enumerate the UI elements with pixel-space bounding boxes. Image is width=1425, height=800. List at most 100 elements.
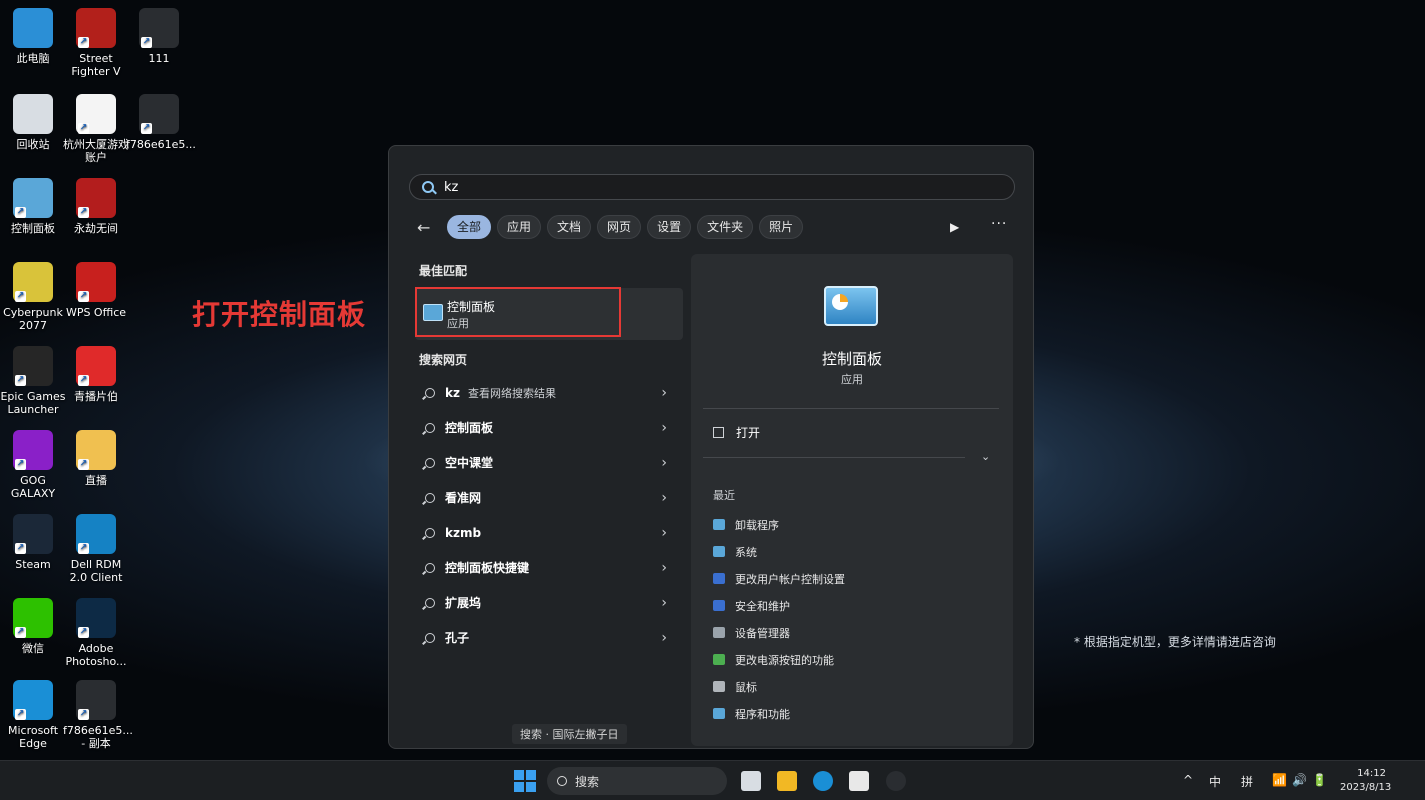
best-match-title: 最佳匹配 (419, 264, 468, 278)
desktop-icon[interactable]: ↗ 控制面板 (0, 178, 66, 235)
desktop-icon[interactable]: ↗ WPS Office (63, 262, 129, 319)
filter-documents[interactable]: 文档 (547, 215, 592, 239)
search-icon (557, 776, 567, 786)
annotation-text: 打开控制面板 (192, 298, 367, 331)
clock[interactable]: 14:12 2023/8/13 (1340, 767, 1391, 795)
chevron-down-icon[interactable]: ⌄ (981, 450, 990, 463)
desktop-icon-label: f786e61e5... (126, 138, 196, 151)
desktop-icon-label: 杭州大厦游戏账户 (63, 138, 129, 164)
app-icon: ↗ (13, 262, 53, 302)
shortcut-arrow-icon: ↗ (141, 37, 152, 48)
store-icon[interactable] (849, 771, 869, 791)
filter-photos[interactable]: 照片 (759, 215, 804, 239)
web-query: kzmb (445, 525, 482, 540)
desktop-icon[interactable]: ↗ f786e61e5... (126, 94, 196, 151)
recent-item[interactable]: 更改电源按钮的功能 (713, 646, 845, 673)
recent-item-label: 设备管理器 (735, 626, 790, 640)
web-search-item[interactable]: 扩展坞 › (415, 585, 683, 620)
open-action[interactable]: 打开 (713, 424, 760, 441)
shortcut-arrow-icon: ↗ (141, 123, 152, 134)
recent-item[interactable]: 设备管理器 (713, 619, 845, 646)
search-input[interactable] (444, 179, 944, 195)
recent-item[interactable]: 卸载程序 (713, 511, 845, 538)
desktop-icon[interactable]: ↗ Street Fighter V (63, 8, 129, 78)
app-icon: ↗ (76, 514, 116, 554)
web-query: 空中课堂 (445, 456, 494, 470)
recent-item[interactable]: 鼠标 (713, 673, 845, 700)
filter-web[interactable]: 网页 (597, 215, 642, 239)
back-arrow-icon[interactable]: ← (417, 218, 439, 237)
app-icon[interactable] (886, 771, 906, 791)
desktop-icon[interactable]: ↗ 青播片伯 (63, 346, 129, 403)
recent-title: 最近 (713, 489, 735, 502)
web-search-item[interactable]: 控制面板快捷键 › (415, 550, 683, 585)
web-search-item[interactable]: 看准网 › (415, 480, 683, 515)
recent-item[interactable]: 安全和维护 (713, 592, 845, 619)
recent-item[interactable]: 系统 (713, 538, 845, 565)
web-search-item[interactable]: kzmb › (415, 515, 683, 550)
desktop-icon[interactable]: ↗ 直播 (63, 430, 129, 487)
desktop-icon[interactable]: ↗ Adobe Photosho... (63, 598, 129, 668)
app-icon: ↗ (76, 178, 116, 218)
web-search-item[interactable]: 空中课堂 › (415, 445, 683, 480)
tray-chevron-icon[interactable]: ^ (1183, 773, 1193, 787)
shortcut-arrow-icon: ↗ (78, 627, 89, 638)
desktop-icon-label: 永劫无间 (74, 222, 118, 235)
web-search-item[interactable]: kz 查看网络搜索结果 › (415, 375, 683, 410)
edge-icon[interactable] (813, 771, 833, 791)
play-icon[interactable]: ▶ (950, 220, 959, 234)
taskbar: 搜索 ^ 中 拼 📶 🔊 🔋 14:12 2023/8/13 (0, 760, 1425, 800)
desktop-icon-label: Epic Games Launcher (0, 390, 66, 416)
desktop-icon[interactable]: ↗ f786e61e5... - 副本 (63, 680, 133, 750)
shortcut-arrow-icon: ↗ (15, 291, 26, 302)
desktop-icon[interactable]: 此电脑 (0, 8, 66, 65)
desktop-icon[interactable]: ↗ GOG GALAXY (0, 430, 66, 500)
more-options-icon[interactable]: ··· (991, 216, 1007, 232)
volume-icon[interactable]: 🔊 (1292, 773, 1307, 787)
web-query: kz (445, 385, 460, 400)
desktop-icon[interactable]: 回收站 (0, 94, 66, 151)
setting-icon (713, 681, 725, 692)
recent-item[interactable]: 程序和功能 (713, 700, 845, 727)
wifi-icon[interactable]: 📶 (1272, 773, 1287, 787)
search-icon (425, 597, 435, 608)
recent-item-label: 鼠标 (735, 680, 757, 694)
setting-icon (713, 573, 725, 584)
search-box[interactable] (409, 174, 1015, 200)
chevron-right-icon: › (661, 454, 667, 471)
desktop-icon[interactable]: ↗ 微信 (0, 598, 66, 655)
ime-mode[interactable]: 拼 (1241, 773, 1253, 790)
desktop-icon[interactable]: ↗ Epic Games Launcher (0, 346, 66, 416)
detail-title: 控制面板 (821, 350, 882, 368)
shortcut-arrow-icon: ↗ (78, 375, 89, 386)
filter-folders[interactable]: 文件夹 (697, 215, 754, 239)
web-search-item[interactable]: 孔子 › (415, 620, 683, 655)
desktop-icon[interactable]: ↗ Dell RDM 2.0 Client (63, 514, 129, 584)
web-search-item[interactable]: 控制面板 › (415, 410, 683, 445)
search-footer-hint[interactable]: 搜索 · 国际左撇子日 (512, 724, 627, 744)
file-explorer-icon[interactable] (777, 771, 797, 791)
windows-start-icon[interactable] (514, 770, 536, 792)
ime-indicator[interactable]: 中 (1209, 773, 1221, 790)
desktop-icon-label: GOG GALAXY (10, 474, 56, 500)
chevron-right-icon: › (661, 384, 667, 401)
task-view-icon[interactable] (741, 771, 761, 791)
app-icon: ↗ (76, 680, 116, 720)
desktop-icon[interactable]: ↗ 永劫无间 (63, 178, 129, 235)
desktop-icon-label: Microsoft Edge (7, 724, 59, 750)
recent-item[interactable]: 更改用户帐户控制设置 (713, 565, 845, 592)
desktop-icon[interactable]: ↗ Steam (0, 514, 66, 571)
desktop-icon[interactable]: ↗ Microsoft Edge (0, 680, 66, 750)
desktop-icon[interactable]: ↗ 杭州大厦游戏账户 (63, 94, 129, 164)
desktop-icon[interactable]: ↗ Cyberpunk 2077 (0, 262, 66, 332)
filter-apps[interactable]: 应用 (497, 215, 542, 239)
desktop-icon[interactable]: ↗ 111 (126, 8, 192, 65)
web-query-extra: 查看网络搜索结果 (467, 386, 556, 400)
chevron-right-icon: › (661, 629, 667, 646)
filter-all[interactable]: 全部 (447, 215, 492, 239)
store-note: * 根据指定机型，更多详情请进店咨询 (1074, 635, 1276, 649)
filter-settings[interactable]: 设置 (647, 215, 692, 239)
taskbar-search[interactable]: 搜索 (547, 767, 727, 795)
recent-item-label: 更改用户帐户控制设置 (735, 572, 845, 586)
battery-icon[interactable]: 🔋 (1312, 773, 1327, 787)
